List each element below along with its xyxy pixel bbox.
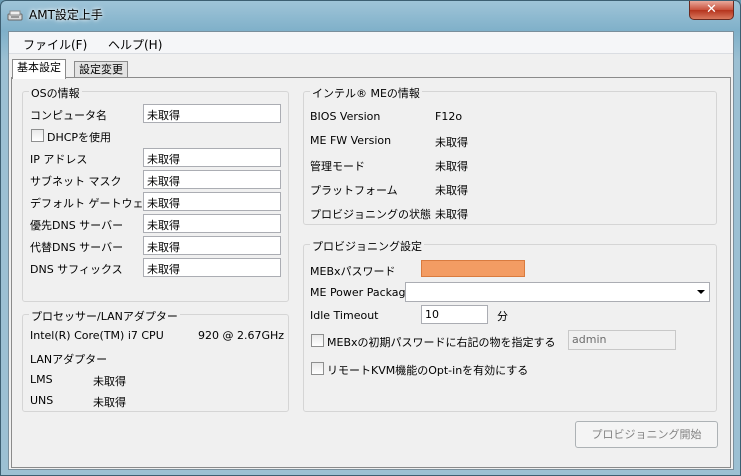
window-title: AMT設定上手 [29, 8, 103, 22]
lan-adapter-label: LANアダプター [30, 353, 108, 366]
os-info-group: OSの情報 コンピュータ名 未取得 DHCPを使用 IP アドレス 未取得 サブ… [22, 85, 289, 302]
app-window: AMT設定上手 ✕ ファイル(F) ヘルプ(H) 基本設定 設定変更 OSの情報… [0, 0, 741, 476]
me-power-package-label: ME Power Package [310, 286, 413, 299]
close-icon: ✕ [706, 2, 717, 17]
bios-version-value: F12o [435, 110, 463, 123]
default-gateway-label: デフォルト ゲートウェイ [30, 197, 155, 210]
idle-timeout-unit: 分 [497, 310, 508, 323]
alternate-dns-field[interactable]: 未取得 [143, 236, 281, 255]
provisioning-group: プロビジョニング設定 MEBxパスワード ME Power Package Id… [303, 238, 717, 412]
menu-file[interactable]: ファイル(F) [23, 36, 87, 53]
management-mode-label: 管理モード [310, 160, 365, 173]
subnet-mask-field[interactable]: 未取得 [143, 170, 281, 189]
management-mode-value: 未取得 [435, 160, 468, 173]
preferred-dns-label: 優先DNS サーバー [30, 219, 124, 232]
provisioning-state-label: プロビジョニングの状態 [310, 208, 431, 221]
idle-timeout-field[interactable]: 10 [421, 305, 488, 324]
ip-address-label: IP アドレス [30, 153, 88, 166]
dns-suffix-label: DNS サフィックス [30, 263, 123, 276]
client-area: ファイル(F) ヘルプ(H) 基本設定 設定変更 OSの情報 コンピュータ名 未… [8, 31, 734, 470]
processor-title: プロセッサー/LANアダプター [29, 308, 180, 324]
provisioning-state-value: 未取得 [435, 208, 468, 221]
lms-value: 未取得 [93, 375, 126, 388]
lms-label: LMS [30, 373, 53, 386]
initial-password-field[interactable]: admin [568, 330, 676, 350]
ip-address-field[interactable]: 未取得 [143, 148, 281, 167]
alternate-dns-label: 代替DNS サーバー [30, 241, 124, 254]
os-info-title: OSの情報 [29, 85, 82, 101]
tab-page-basic: OSの情報 コンピュータ名 未取得 DHCPを使用 IP アドレス 未取得 サブ… [11, 77, 731, 468]
me-info-title: インテル® MEの情報 [310, 85, 422, 101]
initial-password-label: MEBxの初期パスワードに右記の物を指定する [327, 336, 556, 349]
uns-value: 未取得 [93, 396, 126, 409]
me-info-group: インテル® MEの情報 BIOS Version F12o ME FW Vers… [303, 85, 717, 225]
kvm-optin-label: リモートKVM機能のOpt-inを有効にする [327, 364, 529, 377]
cpu-model: 920 @ 2.67GHz [198, 329, 285, 342]
me-fw-version-label: ME FW Version [310, 134, 392, 147]
uns-label: UNS [30, 394, 54, 407]
close-button[interactable]: ✕ [689, 1, 734, 20]
mebx-password-field[interactable] [421, 260, 525, 277]
dhcp-label: DHCPを使用 [47, 131, 112, 144]
platform-value: 未取得 [435, 184, 468, 197]
dhcp-checkbox[interactable] [31, 129, 44, 142]
computer-name-label: コンピュータ名 [30, 109, 107, 122]
me-power-package-select[interactable] [405, 282, 710, 302]
preferred-dns-field[interactable]: 未取得 [143, 214, 281, 233]
bios-version-label: BIOS Version [310, 110, 381, 123]
menu-bar: ファイル(F) ヘルプ(H) [9, 32, 733, 54]
tab-basic-settings[interactable]: 基本設定 [12, 59, 66, 79]
default-gateway-field[interactable]: 未取得 [143, 192, 281, 211]
initial-password-checkbox[interactable] [311, 334, 324, 347]
processor-group: プロセッサー/LANアダプター Intel(R) Core(TM) i7 CPU… [22, 308, 289, 412]
mebx-password-label: MEBxパスワード [310, 265, 396, 278]
start-provisioning-button[interactable]: プロビジョニング開始 [575, 421, 718, 448]
platform-label: プラットフォーム [310, 184, 398, 197]
kvm-optin-checkbox[interactable] [311, 362, 324, 375]
subnet-mask-label: サブネット マスク [30, 175, 122, 188]
computer-name-field[interactable]: 未取得 [143, 104, 281, 123]
idle-timeout-label: Idle Timeout [310, 309, 379, 322]
menu-help[interactable]: ヘルプ(H) [108, 36, 162, 53]
title-bar[interactable]: AMT設定上手 ✕ [1, 1, 740, 29]
provisioning-title: プロビジョニング設定 [310, 238, 424, 254]
me-fw-version-value: 未取得 [435, 136, 468, 149]
dns-suffix-field[interactable]: 未取得 [143, 258, 281, 277]
app-icon [7, 10, 23, 21]
chevron-down-icon [697, 290, 705, 294]
cpu-name: Intel(R) Core(TM) i7 CPU [30, 329, 164, 342]
